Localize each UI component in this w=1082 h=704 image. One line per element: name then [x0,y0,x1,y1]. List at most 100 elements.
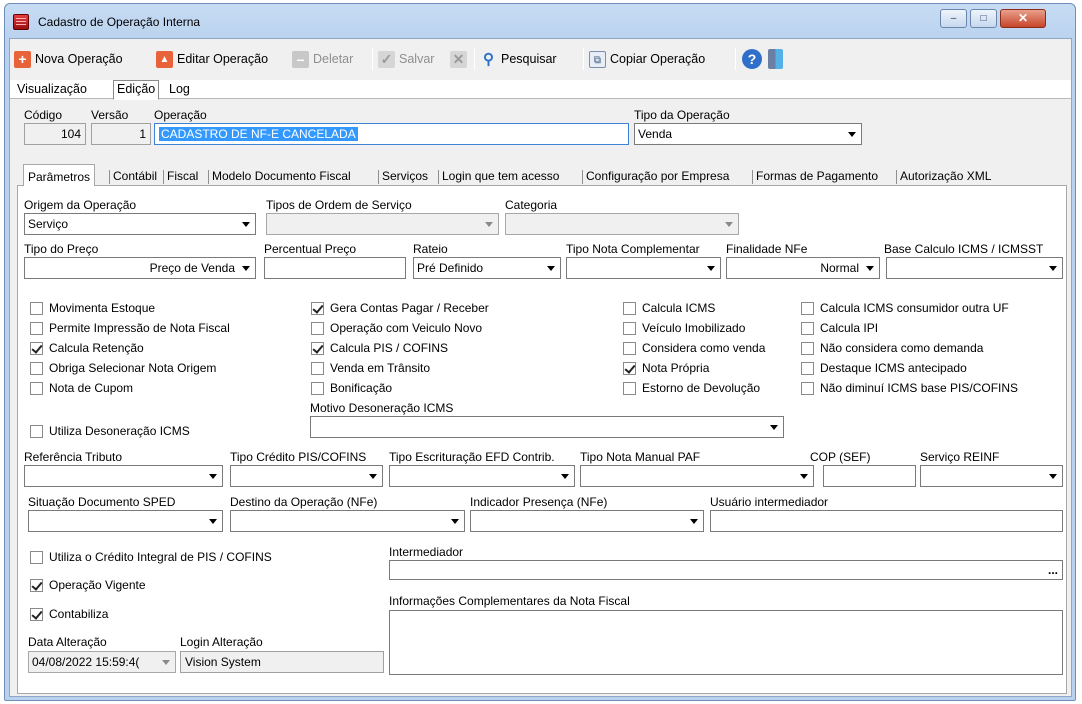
new-operation-button[interactable]: + Nova Operação [14,49,123,69]
save-button[interactable]: ✓ Salvar [378,49,434,69]
tab-parametros[interactable]: Parâmetros [23,164,96,187]
delete-button[interactable]: – Deletar [292,49,353,69]
nota-manual-select[interactable] [580,465,814,487]
checkbox-box[interactable] [801,361,814,375]
tipos-os-select[interactable] [266,213,499,235]
title-bar[interactable]: Cadastro de Operação Interna – □ ✕ [5,4,1075,38]
checkbox-box[interactable] [623,301,636,315]
intermediador-lookup-button[interactable]: ... [1048,561,1058,579]
finalidade-select[interactable]: Normal [726,257,880,279]
cancel-button[interactable]: ✕ [450,49,471,69]
checkbox-box[interactable] [30,607,43,621]
checkbox-box[interactable] [801,341,814,355]
calcula-pis-cofins-checkbox[interactable]: Calcula PIS / COFINS [311,340,448,356]
venda-transito-checkbox[interactable]: Venda em Trânsito [311,360,430,376]
veiculo-imobilizado-checkbox[interactable]: Veículo Imobilizado [623,320,745,336]
maximize-button[interactable]: □ [970,9,997,28]
checkbox-box[interactable] [30,361,43,375]
usuario-intermediador-input[interactable] [710,510,1063,532]
checkbox-box[interactable] [30,341,43,355]
calcula-retencao-checkbox[interactable]: Calcula Retenção [30,340,144,356]
checkbox-box[interactable] [801,381,814,395]
checkbox-box[interactable] [801,321,814,335]
close-button[interactable]: ✕ [1000,9,1046,28]
versao-field[interactable]: 1 [91,123,151,145]
percentual-input[interactable] [264,257,406,279]
tab-autorizacao-xml[interactable]: Autorização XML [900,168,991,186]
icms-outra-uf-checkbox[interactable]: Calcula ICMS consumidor outra UF [801,300,1009,316]
checkbox-box[interactable] [311,361,324,375]
exit-button[interactable] [768,49,787,69]
tab-login-acesso[interactable]: Login que tem acesso [442,168,559,186]
checkbox-box[interactable] [311,301,324,315]
indicador-presenca-select[interactable] [470,510,704,532]
checkbox-box[interactable] [30,321,43,335]
info-complementares-textarea[interactable] [389,610,1063,675]
nota-propria-checkbox[interactable]: Nota Própria [623,360,709,376]
edit-operation-button[interactable]: ▲ Editar Operação [156,49,268,69]
tab-modelo-documento[interactable]: Modelo Documento Fiscal [212,168,351,186]
nota-cupom-checkbox[interactable]: Nota de Cupom [30,380,133,396]
tab-log[interactable]: Log [166,81,193,99]
cop-input[interactable] [823,465,916,487]
tab-contabil[interactable]: Contábil [113,168,157,186]
checkbox-box[interactable] [30,550,43,564]
checkbox-box[interactable] [30,578,43,592]
nao-diminui-icms-checkbox[interactable]: Não diminuí ICMS base PIS/COFINS [801,380,1018,396]
data-alteracao-field[interactable]: 04/08/2022 15:59:4( [28,651,176,673]
checkbox-box[interactable] [311,381,324,395]
reinf-select[interactable] [920,465,1063,487]
credito-pis-select[interactable] [230,465,383,487]
tipo-preco-select[interactable]: Preço de Venda [24,257,256,279]
bonificacao-checkbox[interactable]: Bonificação [311,380,392,396]
checkbox-box[interactable] [30,381,43,395]
search-button[interactable]: ⚲ Pesquisar [480,49,557,69]
calcula-icms-checkbox[interactable]: Calcula ICMS [623,300,715,316]
tab-visualizacao[interactable]: Visualização [14,81,90,99]
obriga-nota-origem-checkbox[interactable]: Obriga Selecionar Nota Origem [30,360,216,376]
gera-contas-checkbox[interactable]: Gera Contas Pagar / Receber [311,300,489,316]
desoneracao-checkbox[interactable]: Utiliza Desoneração ICMS [30,423,190,439]
permite-impressao-checkbox[interactable]: Permite Impressão de Nota Fiscal [30,320,230,336]
origem-select[interactable]: Serviço [24,213,256,235]
operacao-vigente-checkbox[interactable]: Operação Vigente [30,577,146,593]
calcula-ipi-checkbox[interactable]: Calcula IPI [801,320,878,336]
checkbox-box[interactable] [801,301,814,315]
codigo-field[interactable]: 104 [24,123,86,145]
operacao-input[interactable]: CADASTRO DE NF-E CANCELADA [154,123,629,145]
estorno-devolucao-checkbox[interactable]: Estorno de Devolução [623,380,760,396]
motivo-desoneracao-select[interactable] [310,416,784,438]
tab-fiscal[interactable]: Fiscal [167,168,198,186]
tab-servicos[interactable]: Serviços [382,168,428,186]
intermediador-input[interactable]: ... [389,560,1063,580]
escrituracao-select[interactable] [389,465,575,487]
copy-operation-button[interactable]: ⧉ Copiar Operação [589,49,705,69]
checkbox-box[interactable] [311,341,324,355]
destaque-icms-checkbox[interactable]: Destaque ICMS antecipado [801,360,967,376]
destino-operacao-select[interactable] [230,510,465,532]
movimenta-estoque-checkbox[interactable]: Movimenta Estoque [30,300,155,316]
contabiliza-checkbox[interactable]: Contabiliza [30,606,108,622]
nao-demanda-checkbox[interactable]: Não considera como demanda [801,340,983,356]
tab-formas-pagamento[interactable]: Formas de Pagamento [756,168,878,186]
base-icms-select[interactable] [886,257,1063,279]
credito-integral-checkbox[interactable]: Utiliza o Crédito Integral de PIS / COFI… [30,549,272,565]
referencia-tributo-select[interactable] [24,465,223,487]
tab-config-empresa[interactable]: Configuração por Empresa [586,168,729,186]
veiculo-novo-checkbox[interactable]: Operação com Veiculo Novo [311,320,482,336]
tab-edicao[interactable]: Edição [113,80,160,100]
checkbox-box[interactable] [30,424,43,438]
checkbox-box[interactable] [623,321,636,335]
considera-venda-checkbox[interactable]: Considera como venda [623,340,765,356]
checkbox-box[interactable] [623,341,636,355]
checkbox-box[interactable] [623,361,636,375]
rateio-select[interactable]: Pré Definido [413,257,561,279]
nota-complementar-select[interactable] [566,257,721,279]
categoria-select[interactable] [505,213,739,235]
tipo-operacao-select[interactable]: Venda [634,123,862,145]
situacao-sped-select[interactable] [28,510,223,532]
checkbox-box[interactable] [311,321,324,335]
checkbox-box[interactable] [30,301,43,315]
minimize-button[interactable]: – [940,9,967,28]
checkbox-box[interactable] [623,381,636,395]
